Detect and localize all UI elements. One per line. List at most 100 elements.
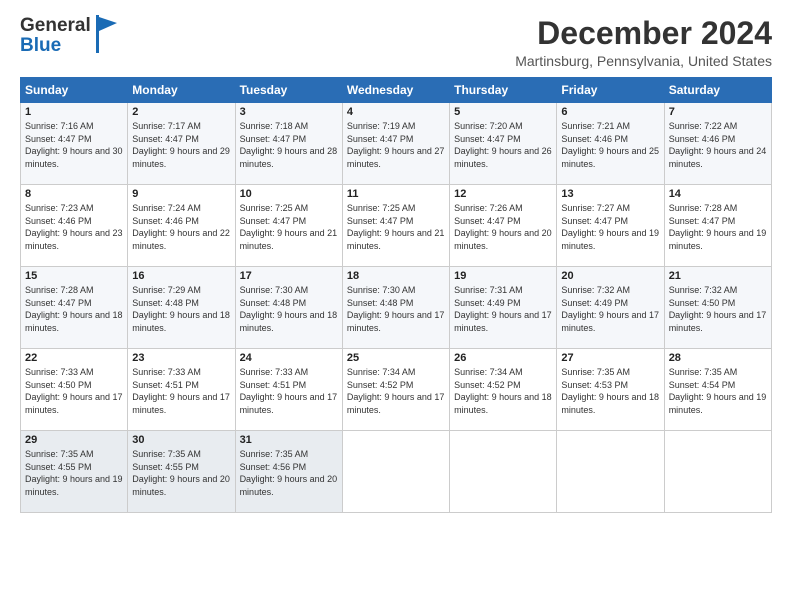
- day-info: Sunrise: 7:33 AMSunset: 4:51 PMDaylight:…: [240, 367, 338, 415]
- day-info: Sunrise: 7:30 AMSunset: 4:48 PMDaylight:…: [347, 285, 445, 333]
- weekday-header-monday: Monday: [128, 78, 235, 103]
- calendar-cell: 2 Sunrise: 7:17 AMSunset: 4:47 PMDayligh…: [128, 103, 235, 185]
- day-info: Sunrise: 7:33 AMSunset: 4:51 PMDaylight:…: [132, 367, 230, 415]
- day-info: Sunrise: 7:16 AMSunset: 4:47 PMDaylight:…: [25, 121, 123, 169]
- calendar-cell: 31 Sunrise: 7:35 AMSunset: 4:56 PMDaylig…: [235, 431, 342, 513]
- day-number: 29: [25, 434, 123, 446]
- day-number: 28: [669, 352, 767, 364]
- calendar-cell: 1 Sunrise: 7:16 AMSunset: 4:47 PMDayligh…: [21, 103, 128, 185]
- calendar-cell: 16 Sunrise: 7:29 AMSunset: 4:48 PMDaylig…: [128, 267, 235, 349]
- calendar-cell: 19 Sunrise: 7:31 AMSunset: 4:49 PMDaylig…: [450, 267, 557, 349]
- weekday-header-friday: Friday: [557, 78, 664, 103]
- calendar-cell: 3 Sunrise: 7:18 AMSunset: 4:47 PMDayligh…: [235, 103, 342, 185]
- calendar-cell: [664, 431, 771, 513]
- day-info: Sunrise: 7:28 AMSunset: 4:47 PMDaylight:…: [669, 203, 767, 251]
- location-title: Martinsburg, Pennsylvania, United States: [515, 53, 772, 69]
- day-info: Sunrise: 7:22 AMSunset: 4:46 PMDaylight:…: [669, 121, 767, 169]
- weekday-header-saturday: Saturday: [664, 78, 771, 103]
- calendar-cell: 14 Sunrise: 7:28 AMSunset: 4:47 PMDaylig…: [664, 185, 771, 267]
- header: General Blue December 2024 Martinsburg, …: [20, 16, 772, 69]
- day-number: 5: [454, 106, 552, 118]
- calendar-cell: 15 Sunrise: 7:28 AMSunset: 4:47 PMDaylig…: [21, 267, 128, 349]
- day-info: Sunrise: 7:35 AMSunset: 4:55 PMDaylight:…: [25, 449, 123, 497]
- day-info: Sunrise: 7:32 AMSunset: 4:49 PMDaylight:…: [561, 285, 659, 333]
- day-number: 20: [561, 270, 659, 282]
- calendar-cell: 24 Sunrise: 7:33 AMSunset: 4:51 PMDaylig…: [235, 349, 342, 431]
- calendar-cell: 4 Sunrise: 7:19 AMSunset: 4:47 PMDayligh…: [342, 103, 449, 185]
- day-number: 16: [132, 270, 230, 282]
- day-number: 30: [132, 434, 230, 446]
- day-number: 4: [347, 106, 445, 118]
- weekday-header-sunday: Sunday: [21, 78, 128, 103]
- day-info: Sunrise: 7:27 AMSunset: 4:47 PMDaylight:…: [561, 203, 659, 251]
- day-number: 14: [669, 188, 767, 200]
- day-number: 6: [561, 106, 659, 118]
- day-info: Sunrise: 7:24 AMSunset: 4:46 PMDaylight:…: [132, 203, 230, 251]
- calendar-cell: 20 Sunrise: 7:32 AMSunset: 4:49 PMDaylig…: [557, 267, 664, 349]
- day-number: 9: [132, 188, 230, 200]
- calendar-cell: 17 Sunrise: 7:30 AMSunset: 4:48 PMDaylig…: [235, 267, 342, 349]
- calendar-cell: [342, 431, 449, 513]
- day-number: 1: [25, 106, 123, 118]
- calendar-cell: 5 Sunrise: 7:20 AMSunset: 4:47 PMDayligh…: [450, 103, 557, 185]
- calendar-cell: 12 Sunrise: 7:26 AMSunset: 4:47 PMDaylig…: [450, 185, 557, 267]
- calendar-cell: [450, 431, 557, 513]
- calendar-cell: 26 Sunrise: 7:34 AMSunset: 4:52 PMDaylig…: [450, 349, 557, 431]
- day-info: Sunrise: 7:30 AMSunset: 4:48 PMDaylight:…: [240, 285, 338, 333]
- day-info: Sunrise: 7:29 AMSunset: 4:48 PMDaylight:…: [132, 285, 230, 333]
- logo-flag-icon: [93, 15, 119, 53]
- calendar-cell: 28 Sunrise: 7:35 AMSunset: 4:54 PMDaylig…: [664, 349, 771, 431]
- day-info: Sunrise: 7:18 AMSunset: 4:47 PMDaylight:…: [240, 121, 338, 169]
- calendar-page: General Blue December 2024 Martinsburg, …: [0, 0, 792, 612]
- day-info: Sunrise: 7:34 AMSunset: 4:52 PMDaylight:…: [347, 367, 445, 415]
- day-number: 31: [240, 434, 338, 446]
- day-number: 23: [132, 352, 230, 364]
- day-number: 19: [454, 270, 552, 282]
- calendar-cell: [557, 431, 664, 513]
- day-number: 11: [347, 188, 445, 200]
- calendar-cell: 10 Sunrise: 7:25 AMSunset: 4:47 PMDaylig…: [235, 185, 342, 267]
- day-info: Sunrise: 7:33 AMSunset: 4:50 PMDaylight:…: [25, 367, 123, 415]
- day-info: Sunrise: 7:32 AMSunset: 4:50 PMDaylight:…: [669, 285, 767, 333]
- month-title: December 2024: [515, 16, 772, 51]
- day-info: Sunrise: 7:31 AMSunset: 4:49 PMDaylight:…: [454, 285, 552, 333]
- day-info: Sunrise: 7:35 AMSunset: 4:56 PMDaylight:…: [240, 449, 338, 497]
- day-info: Sunrise: 7:23 AMSunset: 4:46 PMDaylight:…: [25, 203, 123, 251]
- calendar-cell: 21 Sunrise: 7:32 AMSunset: 4:50 PMDaylig…: [664, 267, 771, 349]
- day-number: 27: [561, 352, 659, 364]
- day-number: 7: [669, 106, 767, 118]
- calendar-cell: 23 Sunrise: 7:33 AMSunset: 4:51 PMDaylig…: [128, 349, 235, 431]
- day-number: 15: [25, 270, 123, 282]
- day-info: Sunrise: 7:35 AMSunset: 4:55 PMDaylight:…: [132, 449, 230, 497]
- weekday-header-wednesday: Wednesday: [342, 78, 449, 103]
- day-info: Sunrise: 7:20 AMSunset: 4:47 PMDaylight:…: [454, 121, 552, 169]
- day-number: 21: [669, 270, 767, 282]
- day-number: 24: [240, 352, 338, 364]
- calendar-cell: 7 Sunrise: 7:22 AMSunset: 4:46 PMDayligh…: [664, 103, 771, 185]
- day-info: Sunrise: 7:25 AMSunset: 4:47 PMDaylight:…: [240, 203, 338, 251]
- day-number: 13: [561, 188, 659, 200]
- day-info: Sunrise: 7:34 AMSunset: 4:52 PMDaylight:…: [454, 367, 552, 415]
- calendar-cell: 9 Sunrise: 7:24 AMSunset: 4:46 PMDayligh…: [128, 185, 235, 267]
- day-number: 25: [347, 352, 445, 364]
- calendar-cell: 27 Sunrise: 7:35 AMSunset: 4:53 PMDaylig…: [557, 349, 664, 431]
- logo-blue: Blue: [20, 36, 91, 56]
- calendar-cell: 22 Sunrise: 7:33 AMSunset: 4:50 PMDaylig…: [21, 349, 128, 431]
- day-info: Sunrise: 7:35 AMSunset: 4:54 PMDaylight:…: [669, 367, 767, 415]
- calendar-cell: 13 Sunrise: 7:27 AMSunset: 4:47 PMDaylig…: [557, 185, 664, 267]
- day-number: 12: [454, 188, 552, 200]
- day-info: Sunrise: 7:28 AMSunset: 4:47 PMDaylight:…: [25, 285, 123, 333]
- day-number: 10: [240, 188, 338, 200]
- calendar-cell: 18 Sunrise: 7:30 AMSunset: 4:48 PMDaylig…: [342, 267, 449, 349]
- day-number: 8: [25, 188, 123, 200]
- calendar-cell: 30 Sunrise: 7:35 AMSunset: 4:55 PMDaylig…: [128, 431, 235, 513]
- day-info: Sunrise: 7:21 AMSunset: 4:46 PMDaylight:…: [561, 121, 659, 169]
- day-number: 17: [240, 270, 338, 282]
- calendar-cell: 11 Sunrise: 7:25 AMSunset: 4:47 PMDaylig…: [342, 185, 449, 267]
- day-number: 3: [240, 106, 338, 118]
- day-info: Sunrise: 7:35 AMSunset: 4:53 PMDaylight:…: [561, 367, 659, 415]
- logo-general: General: [20, 16, 91, 36]
- calendar-table: SundayMondayTuesdayWednesdayThursdayFrid…: [20, 77, 772, 513]
- logo: General Blue: [20, 16, 119, 56]
- weekday-header-tuesday: Tuesday: [235, 78, 342, 103]
